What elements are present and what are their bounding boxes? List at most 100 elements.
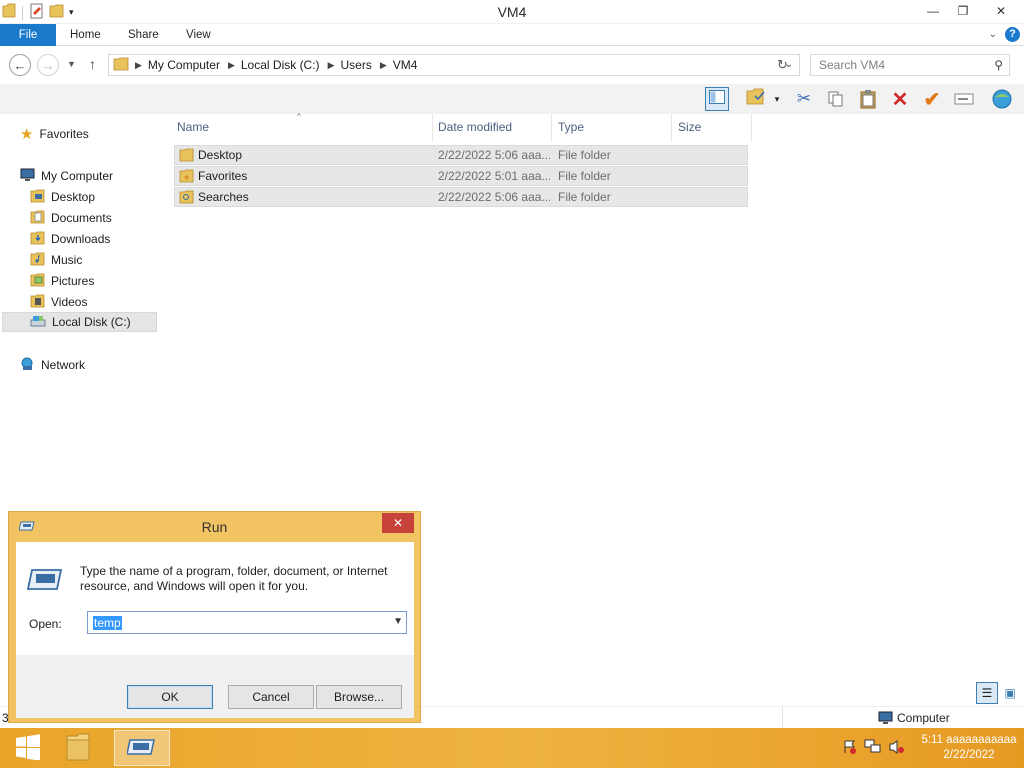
breadcrumb-chevron-icon[interactable]: ▶ xyxy=(135,60,142,71)
network-status-icon[interactable] xyxy=(864,739,882,758)
open-input-value[interactable]: temp xyxy=(93,615,122,630)
recent-locations-icon[interactable]: ▼ xyxy=(67,59,76,69)
run-dialog-close-button[interactable]: ✕ xyxy=(382,513,414,533)
sidebar-item-label: Desktop xyxy=(51,190,96,204)
volume-muted-icon[interactable] xyxy=(888,739,906,758)
chevron-down-icon[interactable]: ▾ xyxy=(770,87,784,111)
column-header-type[interactable]: Type xyxy=(558,120,584,140)
column-header-name[interactable]: Name xyxy=(177,120,209,140)
sidebar-item-network[interactable]: Network xyxy=(20,355,85,375)
breadcrumb-chevron-icon[interactable]: ▶ xyxy=(380,60,387,71)
open-combobox[interactable]: temp ▼ xyxy=(87,611,407,634)
cut-icon[interactable]: ✂ xyxy=(792,87,816,111)
breadcrumb-users[interactable]: Users xyxy=(340,58,371,72)
column-header-size[interactable]: Size xyxy=(678,120,701,140)
close-button[interactable]: ✕ xyxy=(978,0,1024,22)
help-icon[interactable]: ? xyxy=(1005,27,1020,42)
sidebar-item-pictures[interactable]: Pictures xyxy=(30,271,94,291)
breadcrumb-chevron-icon[interactable]: ▶ xyxy=(328,60,335,71)
tab-share[interactable]: Share xyxy=(128,24,159,46)
address-bar[interactable]: ▶ My Computer ▶ Local Disk (C:) ▶ Users … xyxy=(108,54,800,76)
breadcrumb-local-disk[interactable]: Local Disk (C:) xyxy=(241,58,320,72)
clock-date: 2/22/2022 xyxy=(943,749,995,761)
expand-ribbon-icon[interactable]: ⌄ xyxy=(989,29,997,40)
svg-text:★: ★ xyxy=(183,173,190,182)
run-taskbar-button[interactable] xyxy=(114,730,170,766)
sidebar-item-desktop[interactable]: Desktop xyxy=(30,187,95,207)
computer-icon xyxy=(20,168,35,185)
tab-home[interactable]: Home xyxy=(70,24,101,46)
run-dialog-titlebar[interactable]: Run ✕ xyxy=(9,512,420,542)
search-input[interactable]: Search VM4 ⚲ xyxy=(810,54,1010,76)
sidebar-item-label: Network xyxy=(41,358,86,372)
file-type: File folder xyxy=(558,169,611,183)
command-toolbar: ▾ ✂ ✕ ✔ xyxy=(0,84,1024,114)
start-button[interactable] xyxy=(0,730,56,766)
breadcrumb-my-computer[interactable]: My Computer xyxy=(148,58,220,72)
ribbon-right-controls: ⌄ ? xyxy=(989,27,1020,42)
breadcrumb-vm4[interactable]: VM4 xyxy=(393,58,418,72)
sidebar-item-documents[interactable]: Documents xyxy=(30,208,112,228)
sidebar-item-videos[interactable]: Videos xyxy=(30,292,87,312)
preview-pane-button[interactable] xyxy=(705,87,729,111)
sidebar-item-label: Videos xyxy=(51,295,88,309)
globe-icon[interactable] xyxy=(990,87,1014,111)
delete-icon[interactable]: ✕ xyxy=(888,87,912,111)
sidebar-item-music[interactable]: Music xyxy=(30,250,82,270)
search-icon[interactable]: ⚲ xyxy=(994,58,1003,72)
column-divider[interactable] xyxy=(751,114,752,142)
sidebar-item-favorites[interactable]: ★ Favorites xyxy=(20,124,89,144)
browse-button[interactable]: Browse... xyxy=(316,685,402,709)
sidebar-item-label: Local Disk (C:) xyxy=(52,315,131,329)
table-row[interactable]: Desktop 2/22/2022 5:06 aaa... File folde… xyxy=(174,145,748,165)
file-type: File folder xyxy=(558,148,611,162)
arrow-right-icon: → xyxy=(41,57,55,73)
run-dialog-description: Type the name of a program, folder, docu… xyxy=(80,564,388,593)
breadcrumb-chevron-icon[interactable]: ▶ xyxy=(228,60,235,71)
sidebar-item-label: Documents xyxy=(51,211,112,225)
column-divider[interactable] xyxy=(671,114,672,142)
file-name: Desktop xyxy=(198,148,243,162)
checkmark-icon[interactable]: ✔ xyxy=(920,87,944,111)
rename-icon[interactable] xyxy=(952,87,976,111)
file-date: 2/22/2022 5:06 aaa... xyxy=(438,148,550,162)
sidebar-item-my-computer[interactable]: My Computer xyxy=(20,166,113,186)
sidebar-item-local-disk[interactable]: Local Disk (C:) xyxy=(2,312,157,332)
folder-icon xyxy=(179,148,194,165)
file-name: Searches xyxy=(198,190,249,204)
column-header-date-modified[interactable]: Date modified xyxy=(438,120,512,140)
open-label: Open: xyxy=(29,617,62,631)
tab-file[interactable]: File xyxy=(0,24,56,46)
table-row[interactable]: Searches 2/22/2022 5:06 aaa... File fold… xyxy=(174,187,748,207)
file-explorer-taskbar-button[interactable] xyxy=(50,730,106,766)
system-clock[interactable]: 5:11 aaaaaaaaaaa 2/22/2022 xyxy=(914,733,1024,763)
copy-icon[interactable] xyxy=(824,87,848,111)
favorites-folder-icon: ★ xyxy=(179,169,194,186)
table-row[interactable]: ★ Favorites 2/22/2022 5:01 aaa... File f… xyxy=(174,166,748,186)
network-icon xyxy=(20,357,35,374)
paste-icon[interactable] xyxy=(856,87,880,111)
back-button[interactable]: ← xyxy=(9,54,31,76)
sidebar-item-label: Music xyxy=(51,253,83,267)
ok-button[interactable]: OK xyxy=(127,685,213,709)
tab-view[interactable]: View xyxy=(186,24,211,46)
large-icons-view-icon[interactable]: ▣ xyxy=(1001,684,1019,702)
close-icon: ✕ xyxy=(392,516,404,530)
refresh-icon[interactable]: ↻ xyxy=(777,57,788,73)
move-to-folder-button[interactable] xyxy=(744,87,768,111)
column-divider[interactable] xyxy=(551,114,552,142)
chevron-down-icon[interactable]: ▼ xyxy=(393,616,403,627)
minimize-button[interactable]: — xyxy=(918,0,948,22)
forward-button[interactable]: → xyxy=(37,54,59,76)
address-row: ← → ▼ ↑ ▶ My Computer ▶ Local Disk (C:) … xyxy=(0,46,1024,84)
maximize-button[interactable]: ❐ xyxy=(948,0,978,22)
column-divider[interactable] xyxy=(432,114,433,142)
title-bar: ▾ VM4 — ❐ ✕ xyxy=(0,0,1024,24)
cancel-button[interactable]: Cancel xyxy=(228,685,314,709)
up-arrow-icon[interactable]: ↑ xyxy=(89,56,96,72)
documents-folder-icon xyxy=(30,210,45,227)
sidebar-item-downloads[interactable]: Downloads xyxy=(30,229,110,249)
run-program-icon xyxy=(26,565,63,596)
action-center-icon[interactable] xyxy=(842,739,858,758)
details-view-icon[interactable]: ☰ xyxy=(976,682,998,704)
